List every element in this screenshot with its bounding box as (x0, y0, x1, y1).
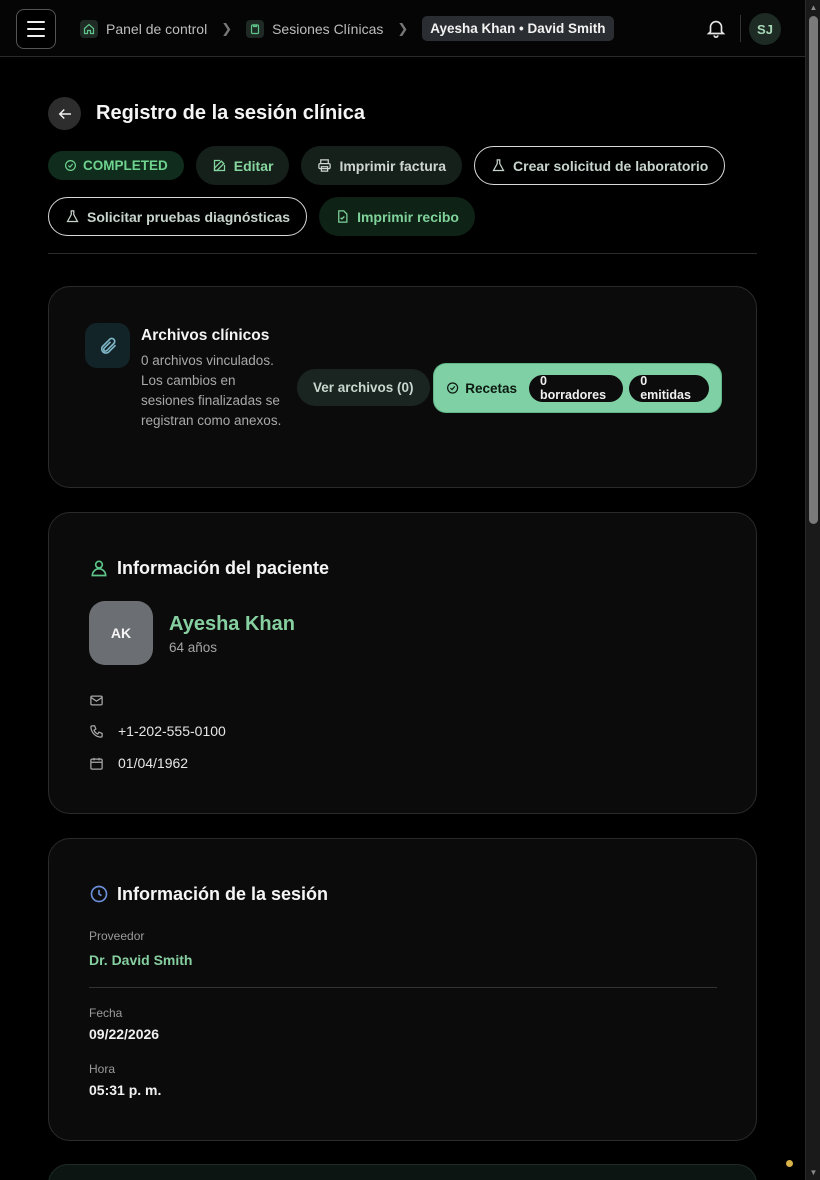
status-badge: COMPLETED (48, 151, 184, 180)
clipboard-icon (246, 19, 265, 38)
action-row-2: Solicitar pruebas diagnósticas Imprimir … (48, 197, 475, 236)
status-dot (786, 1160, 793, 1167)
vertical-scrollbar[interactable]: ▲ ▼ (805, 0, 820, 1180)
recipes-label: Recetas (465, 380, 518, 396)
check-circle-icon (447, 382, 459, 394)
arrow-left-icon (58, 108, 71, 119)
back-button[interactable] (48, 97, 81, 130)
recipes-button[interactable]: Recetas 0 borradores 0 emitidas (434, 364, 721, 412)
chevron-right-icon: ❯ (221, 20, 233, 36)
divider (740, 15, 741, 42)
next-card (48, 1164, 757, 1180)
patient-birthdate: 01/04/1962 (118, 755, 189, 771)
breadcrumb-label: Sesiones Clínicas (272, 20, 384, 37)
bell-icon[interactable] (705, 17, 727, 39)
section-title: Información de la sesión (117, 884, 329, 904)
edit-icon (213, 159, 225, 172)
scroll-up-icon[interactable]: ▲ (806, 0, 820, 15)
edit-button[interactable]: Editar (195, 146, 290, 185)
print-receipt-button[interactable]: Imprimir recibo (319, 197, 475, 236)
patient-phone-row: +1-202-555-0100 (89, 723, 226, 739)
patient-phone: +1-202-555-0100 (118, 723, 226, 739)
divider (89, 987, 717, 988)
printer-icon (318, 159, 332, 172)
divider (48, 253, 757, 254)
clock-icon (90, 885, 108, 903)
print-invoice-button[interactable]: Imprimir factura (301, 146, 463, 185)
breadcrumb: Panel de control ❯ Sesiones Clínicas ❯ A… (80, 15, 614, 42)
session-info-card: Información de la sesión Proveedor Dr. D… (48, 838, 757, 1141)
mail-icon (90, 695, 103, 706)
file-check-icon (338, 210, 348, 223)
drafts-count-badge: 0 borradores (529, 374, 624, 402)
scrollbar-thumb[interactable] (809, 16, 818, 524)
breadcrumb-dashboard[interactable]: Panel de control (80, 19, 208, 38)
patient-name[interactable]: Ayesha Khan (169, 613, 295, 636)
session-time: 05:31 p. m. (89, 1082, 162, 1098)
user-avatar[interactable]: SJ (749, 13, 781, 45)
create-lab-request-button[interactable]: Crear solicitud de laboratorio (474, 146, 726, 185)
home-icon (80, 19, 98, 38)
action-row-1: COMPLETED Editar Imprimir factura Crear … (48, 146, 726, 185)
flask-icon (492, 159, 505, 172)
check-circle-icon (65, 160, 76, 171)
top-bar: Panel de control ❯ Sesiones Clínicas ❯ A… (0, 0, 805, 57)
patient-birthdate-row: 01/04/1962 (89, 755, 188, 771)
view-files-button[interactable]: Ver archivos (0) (297, 369, 430, 406)
user-icon (91, 560, 107, 577)
provider-label: Proveedor (89, 929, 145, 943)
patient-avatar: AK (89, 601, 153, 665)
patient-email-row (89, 693, 118, 708)
chevron-right-icon: ❯ (397, 20, 409, 36)
hamburger-icon (27, 21, 45, 23)
breadcrumb-sessions[interactable]: Sesiones Clínicas (246, 19, 384, 38)
page-title: Registro de la sesión clínica (96, 102, 365, 124)
flask-icon (66, 210, 79, 223)
phone-icon (90, 724, 103, 738)
time-label: Hora (89, 1062, 116, 1076)
section-title: Información del paciente (117, 558, 330, 578)
date-label: Fecha (89, 1006, 123, 1020)
files-description: 0 archivos vinculados. Los cambios en se… (141, 353, 282, 428)
session-date: 09/22/2026 (89, 1026, 160, 1042)
calendar-icon (90, 757, 103, 770)
patient-age: 64 años (169, 640, 218, 655)
files-title: Archivos clínicos (141, 327, 270, 344)
request-diagnostics-button[interactable]: Solicitar pruebas diagnósticas (48, 197, 308, 236)
clinical-files-card: Archivos clínicos 0 archivos vinculados.… (48, 286, 757, 488)
breadcrumb-current: Ayesha Khan • David Smith (422, 16, 614, 41)
menu-button[interactable] (16, 9, 56, 49)
provider-name[interactable]: Dr. David Smith (89, 952, 192, 968)
scroll-down-icon[interactable]: ▼ (806, 1165, 820, 1180)
paperclip-icon (85, 323, 130, 368)
breadcrumb-label: Panel de control (106, 20, 208, 37)
patient-info-card: Información del paciente AK Ayesha Khan … (48, 512, 757, 814)
issued-count-badge: 0 emitidas (629, 374, 709, 402)
